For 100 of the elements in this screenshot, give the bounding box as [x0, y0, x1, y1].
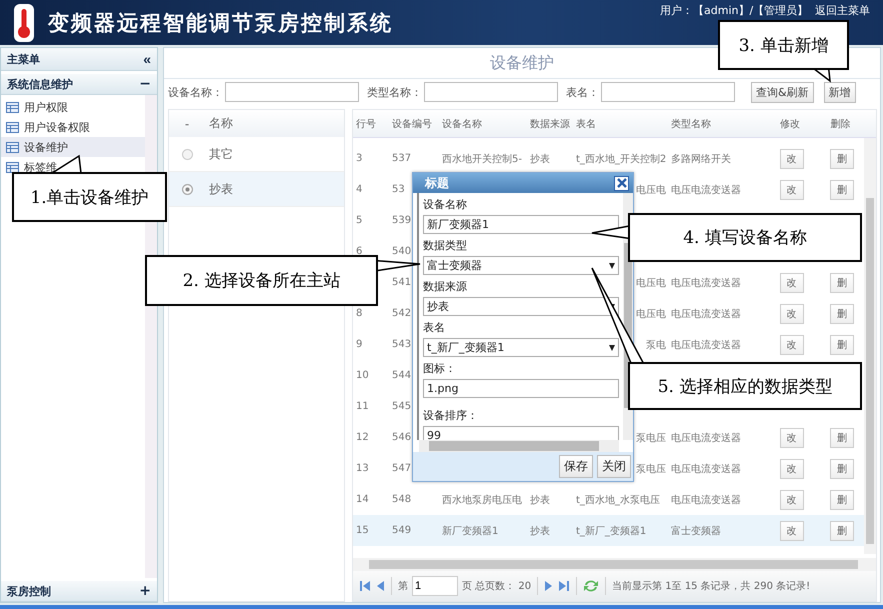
table-cell-text: 电压电	[636, 184, 666, 196]
table-cell-text: t_新厂_变频器1	[576, 524, 646, 538]
table-cell: 3	[356, 153, 362, 164]
table-cell-text: 电压电流变送器	[671, 432, 741, 444]
collapse-button[interactable]: «	[143, 52, 151, 66]
table-cell-text: 多路网络开关	[671, 152, 731, 166]
refresh-icon[interactable]	[583, 579, 600, 593]
callout-text: 2. 选择设备所在主站	[182, 270, 340, 292]
input-field[interactable]: 新厂变频器1	[423, 215, 619, 234]
table-cell-text: t_西水地_开关控制2	[576, 152, 666, 166]
edit-button[interactable]: 改	[780, 148, 804, 168]
table-cell: 8	[356, 308, 362, 319]
delete-button[interactable]: 删	[830, 180, 854, 200]
table-cell-text: 泵电压	[636, 432, 666, 444]
delete-button[interactable]: 删	[830, 334, 854, 354]
next-page-icon[interactable]	[544, 580, 554, 592]
edit-button[interactable]: 改	[780, 180, 804, 200]
table-cell: 6	[356, 246, 362, 257]
column-header: 修改	[779, 118, 801, 130]
dialog-button[interactable]: 保存	[559, 455, 593, 478]
delete-button[interactable]: 删	[830, 490, 854, 510]
table-cell-text: 电压电	[636, 276, 666, 290]
edit-button[interactable]: 改	[780, 520, 804, 540]
edit-button[interactable]: 改	[780, 304, 804, 324]
table-cell-text: 泵电	[646, 338, 666, 352]
delete-button[interactable]: 删	[830, 458, 854, 478]
collapse-toggle[interactable]: −	[139, 77, 151, 91]
record-status: 当前显示第 1至 15 条记录，共 290 条记录!	[612, 580, 810, 593]
dialog-button[interactable]: 关闭	[597, 455, 631, 478]
last-page-icon[interactable]	[558, 580, 570, 592]
radio-button[interactable]	[182, 148, 192, 160]
expand-toggle[interactable]: +	[139, 584, 151, 598]
table-cell: 549	[392, 525, 412, 536]
menu-group-header[interactable]: 泵房控制 +	[1, 581, 157, 602]
app-title: 变频器远程智能调节泵房控制系统	[48, 10, 393, 36]
delete-button[interactable]: 删	[830, 520, 854, 540]
table-icon	[6, 122, 19, 132]
dropdown[interactable]: 富士变频器	[423, 256, 619, 275]
scrollbar[interactable]	[864, 138, 876, 554]
input-field[interactable]: 1.png	[423, 379, 619, 398]
field-label: 数据来源	[423, 279, 468, 295]
sidebar-title: 主菜单	[7, 52, 40, 66]
menu-item[interactable]: 用户设备权限	[1, 117, 145, 137]
menu-item[interactable]: 用户权限	[1, 97, 145, 117]
table-cell: 548	[392, 494, 412, 505]
radio-button[interactable]	[182, 184, 192, 194]
menu-item[interactable]: 设备维护	[1, 137, 145, 157]
dropdown[interactable]: t_新厂_变频器1	[423, 338, 619, 357]
table-icon	[6, 102, 19, 112]
table-cell: 5	[356, 215, 362, 226]
search-field[interactable]	[225, 82, 359, 102]
toolbar-button[interactable]: 查询&刷新	[751, 82, 814, 102]
table-cell: 11	[356, 401, 369, 412]
search-field[interactable]	[424, 82, 558, 102]
column-header: 删除	[830, 118, 852, 130]
edit-button[interactable]: 改	[780, 458, 804, 478]
column-header: 类型名称	[670, 118, 712, 130]
column-header: 表名	[575, 118, 597, 130]
edit-button[interactable]: 改	[780, 428, 804, 448]
search-field[interactable]	[601, 82, 735, 102]
horizontal-scrollbar[interactable]	[353, 558, 876, 571]
menu-group-header[interactable]: 系统信息维护 −	[1, 74, 157, 95]
table-cell-text: 泵电压	[636, 462, 666, 476]
home-link[interactable]: 返回主菜单	[815, 3, 870, 18]
column-header: 数据来源	[529, 118, 571, 130]
edit-button[interactable]: 改	[780, 490, 804, 510]
first-page-icon[interactable]	[359, 580, 371, 592]
edit-button[interactable]: 改	[780, 272, 804, 292]
table-cell: 12	[356, 432, 369, 443]
table-cell-text: 抄表	[530, 524, 550, 538]
table-cell-text: 西水地泵房电压电	[442, 494, 522, 506]
table-cell: 15	[356, 525, 369, 536]
close-button[interactable]	[614, 176, 629, 190]
delete-button[interactable]: 删	[830, 428, 854, 448]
table-cell: 540	[392, 246, 412, 257]
table-cell: 541	[392, 277, 412, 288]
page-label: 第	[398, 580, 408, 593]
table-cell: 546	[392, 432, 412, 443]
table-cell: 545	[392, 401, 412, 412]
table-cell-text: 新厂变频器1	[442, 524, 498, 538]
column-header: 设备名称	[441, 118, 483, 130]
table-cell-text: 电压电流变送器	[671, 276, 741, 290]
selected-row[interactable]: 15 549 新厂变频器1 抄表 t_新厂_变频器1 富士变频器 改 删	[353, 515, 864, 546]
delete-button[interactable]: 删	[830, 148, 854, 168]
table-cell: 14	[356, 494, 369, 505]
station-row[interactable]: 抄表	[169, 172, 344, 207]
table-cell-text: 抄表	[530, 152, 550, 166]
toolbar-button[interactable]: 新增	[824, 82, 856, 102]
table-cell-text: 西水地开关控制5-	[442, 152, 522, 166]
table-cell: 4	[356, 184, 362, 195]
previous-page-icon[interactable]	[375, 580, 385, 592]
column-header: -	[184, 116, 190, 130]
table-cell: 543	[392, 339, 412, 350]
dialog-title: 标题	[425, 174, 449, 192]
table-cell-text: 电压电流变送器	[671, 462, 741, 476]
delete-button[interactable]: 删	[830, 272, 854, 292]
edit-button[interactable]: 改	[780, 334, 804, 354]
page-number-field[interactable]: 1	[412, 576, 458, 596]
delete-button[interactable]: 删	[830, 304, 854, 324]
horizontal-scrollbar[interactable]	[419, 440, 619, 452]
